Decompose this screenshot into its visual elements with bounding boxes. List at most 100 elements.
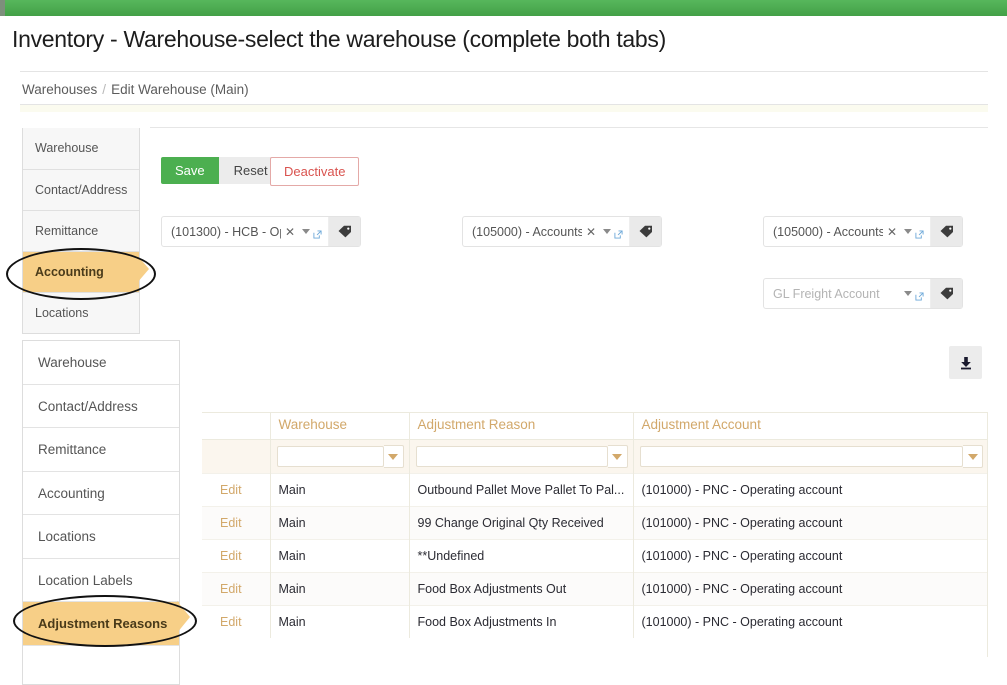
sidebar-item-contact-address-top[interactable]: Contact/Address — [23, 169, 139, 210]
cell-adjustment-account: (101000) - PNC - Operating account — [632, 572, 988, 606]
edit-link[interactable]: Edit — [202, 473, 270, 507]
gl-ar-account-legend: GL AR Account — [470, 217, 548, 219]
gl-freight-account-inner[interactable]: GL Freight Account — [764, 279, 931, 308]
table-row: Edit Main 99 Change Original Qty Receive… — [202, 506, 988, 540]
sidebar-item-contact-address[interactable]: Contact/Address — [23, 384, 179, 428]
sidebar-item-accounting[interactable]: Accounting — [23, 471, 179, 515]
form-action-button-group: Save Reset — [161, 157, 283, 184]
gl-freight-account-field[interactable]: GL Freight Account — [763, 278, 963, 309]
breadcrumb-current: Edit Warehouse (Main) — [111, 82, 249, 97]
external-link-icon[interactable] — [915, 292, 924, 301]
sidebar-item-warehouse[interactable]: Warehouse — [23, 341, 179, 385]
gl-freight-account-placeholder: GL Freight Account — [773, 286, 880, 301]
chevron-down-icon — [612, 453, 622, 460]
gl-cash-account-tag-button[interactable] — [329, 217, 360, 246]
annotation-oval-adjustment-reasons — [13, 595, 197, 647]
tag-icon — [639, 225, 652, 237]
filter-input-adjustment-reason[interactable] — [415, 446, 608, 467]
gl-cash-account-value: (101300) - HCB - Oper... — [171, 224, 281, 239]
cell-adjustment-account: (101000) - PNC - Operating account — [632, 506, 988, 540]
filter-cell-actions — [202, 439, 270, 474]
edit-link[interactable]: Edit — [202, 605, 270, 638]
clear-icon[interactable]: ✕ — [586, 225, 596, 239]
clear-icon[interactable]: ✕ — [887, 225, 897, 239]
cell-adjustment-reason: 99 Change Original Qty Received — [408, 506, 633, 540]
column-header-adjustment-reason[interactable]: Adjustment Reason — [408, 413, 633, 440]
page-title: Inventory - Warehouse-select the warehou… — [12, 26, 666, 52]
tag-icon — [940, 225, 953, 237]
adjustment-reasons-table: Warehouse Adjustment Reason Adjustment A… — [202, 413, 988, 638]
gl-freight-account-tag-button[interactable] — [931, 279, 962, 308]
cell-adjustment-account: (101000) - PNC - Operating account — [632, 539, 988, 573]
gl-ar-account-value: (105000) - Accounts R... — [472, 224, 582, 239]
gl-discount-account-field[interactable]: GL Discount Account (105000) - Accounts … — [763, 216, 963, 247]
cell-adjustment-reason: Food Box Adjustments In — [408, 605, 633, 638]
cell-warehouse: Main — [269, 539, 409, 573]
breadcrumb: Warehouses / Edit Warehouse (Main) — [22, 82, 249, 97]
cell-warehouse: Main — [269, 473, 409, 507]
gl-ar-account-field[interactable]: GL AR Account (105000) - Accounts R... ✕ — [462, 216, 662, 247]
cell-warehouse: Main — [269, 506, 409, 540]
chevron-down-icon — [388, 453, 398, 460]
accounting-tab-strip: Warehouse Contact/Address Remittance Acc… — [22, 128, 140, 334]
filter-dropdown-adjustment-account[interactable] — [963, 445, 983, 468]
edit-link[interactable]: Edit — [202, 506, 270, 540]
table-header-row: Warehouse Adjustment Reason Adjustment A… — [202, 413, 988, 440]
sidebar-item-warehouse-top[interactable]: Warehouse — [23, 128, 139, 169]
gl-discount-account-tag-button[interactable] — [931, 217, 962, 246]
annotation-oval-accounting — [6, 248, 156, 300]
tag-icon — [940, 287, 953, 299]
table-row: Edit Main Outbound Pallet Move Pallet To… — [202, 473, 988, 507]
filter-input-adjustment-account[interactable] — [639, 446, 963, 467]
save-button[interactable]: Save — [161, 157, 219, 184]
filter-cell-warehouse — [269, 439, 409, 474]
gl-cash-account-field[interactable]: GL Cash Account (101300) - HCB - Oper...… — [161, 216, 361, 247]
chevron-down-icon[interactable] — [904, 229, 912, 234]
gl-cash-account-inner[interactable]: GL Cash Account (101300) - HCB - Oper...… — [162, 217, 329, 246]
breadcrumb-root[interactable]: Warehouses — [22, 82, 97, 97]
cell-adjustment-reason: **Undefined — [408, 539, 633, 573]
deactivate-button[interactable]: Deactivate — [270, 157, 360, 186]
gl-cash-account-legend: GL Cash Account — [169, 217, 257, 219]
column-header-actions — [202, 413, 270, 440]
external-link-icon[interactable] — [313, 230, 322, 239]
filter-input-warehouse[interactable] — [276, 446, 384, 467]
chevron-down-icon[interactable] — [904, 291, 912, 296]
cell-adjustment-account: (101000) - PNC - Operating account — [632, 473, 988, 507]
gl-ar-account-tag-button[interactable] — [630, 217, 661, 246]
chevron-down-icon[interactable] — [603, 229, 611, 234]
edit-link[interactable]: Edit — [202, 572, 270, 606]
chevron-down-icon[interactable] — [302, 229, 310, 234]
tag-icon — [338, 225, 351, 237]
title-divider — [20, 71, 988, 72]
sidebar-item-remittance-top[interactable]: Remittance — [23, 210, 139, 251]
adjustment-reasons-grid: Warehouse Adjustment Reason Adjustment A… — [202, 412, 988, 638]
clear-icon[interactable]: ✕ — [285, 225, 295, 239]
breadcrumb-separator: / — [102, 82, 107, 97]
download-icon — [960, 356, 971, 369]
column-header-adjustment-account[interactable]: Adjustment Account — [632, 413, 988, 440]
grid-right-border — [987, 412, 988, 657]
filter-cell-adjustment-reason — [408, 439, 633, 474]
table-row: Edit Main Food Box Adjustments Out (1010… — [202, 572, 988, 606]
gl-discount-account-inner[interactable]: GL Discount Account (105000) - Accounts … — [764, 217, 931, 246]
filter-dropdown-warehouse[interactable] — [383, 445, 404, 468]
gl-discount-account-value: (105000) - Accounts R... — [773, 224, 883, 239]
table-row: Edit Main Food Box Adjustments In (10100… — [202, 605, 988, 638]
cell-warehouse: Main — [269, 605, 409, 638]
edit-link[interactable]: Edit — [202, 539, 270, 573]
export-download-button[interactable] — [949, 346, 982, 379]
top-bar-left-edge — [0, 0, 5, 16]
column-header-warehouse[interactable]: Warehouse — [269, 413, 409, 440]
breadcrumb-accent-band — [20, 105, 988, 112]
external-link-icon[interactable] — [614, 230, 623, 239]
sidebar-item-locations[interactable]: Locations — [23, 515, 179, 559]
cell-warehouse: Main — [269, 572, 409, 606]
table-row: Edit Main **Undefined (101000) - PNC - O… — [202, 539, 988, 573]
external-link-icon[interactable] — [915, 230, 924, 239]
gl-ar-account-inner[interactable]: GL AR Account (105000) - Accounts R... ✕ — [463, 217, 630, 246]
chevron-down-icon — [967, 453, 978, 460]
sidebar-item-remittance[interactable]: Remittance — [23, 428, 179, 472]
filter-dropdown-adjustment-reason[interactable] — [607, 445, 628, 468]
gl-discount-account-legend: GL Discount Account — [771, 217, 877, 219]
